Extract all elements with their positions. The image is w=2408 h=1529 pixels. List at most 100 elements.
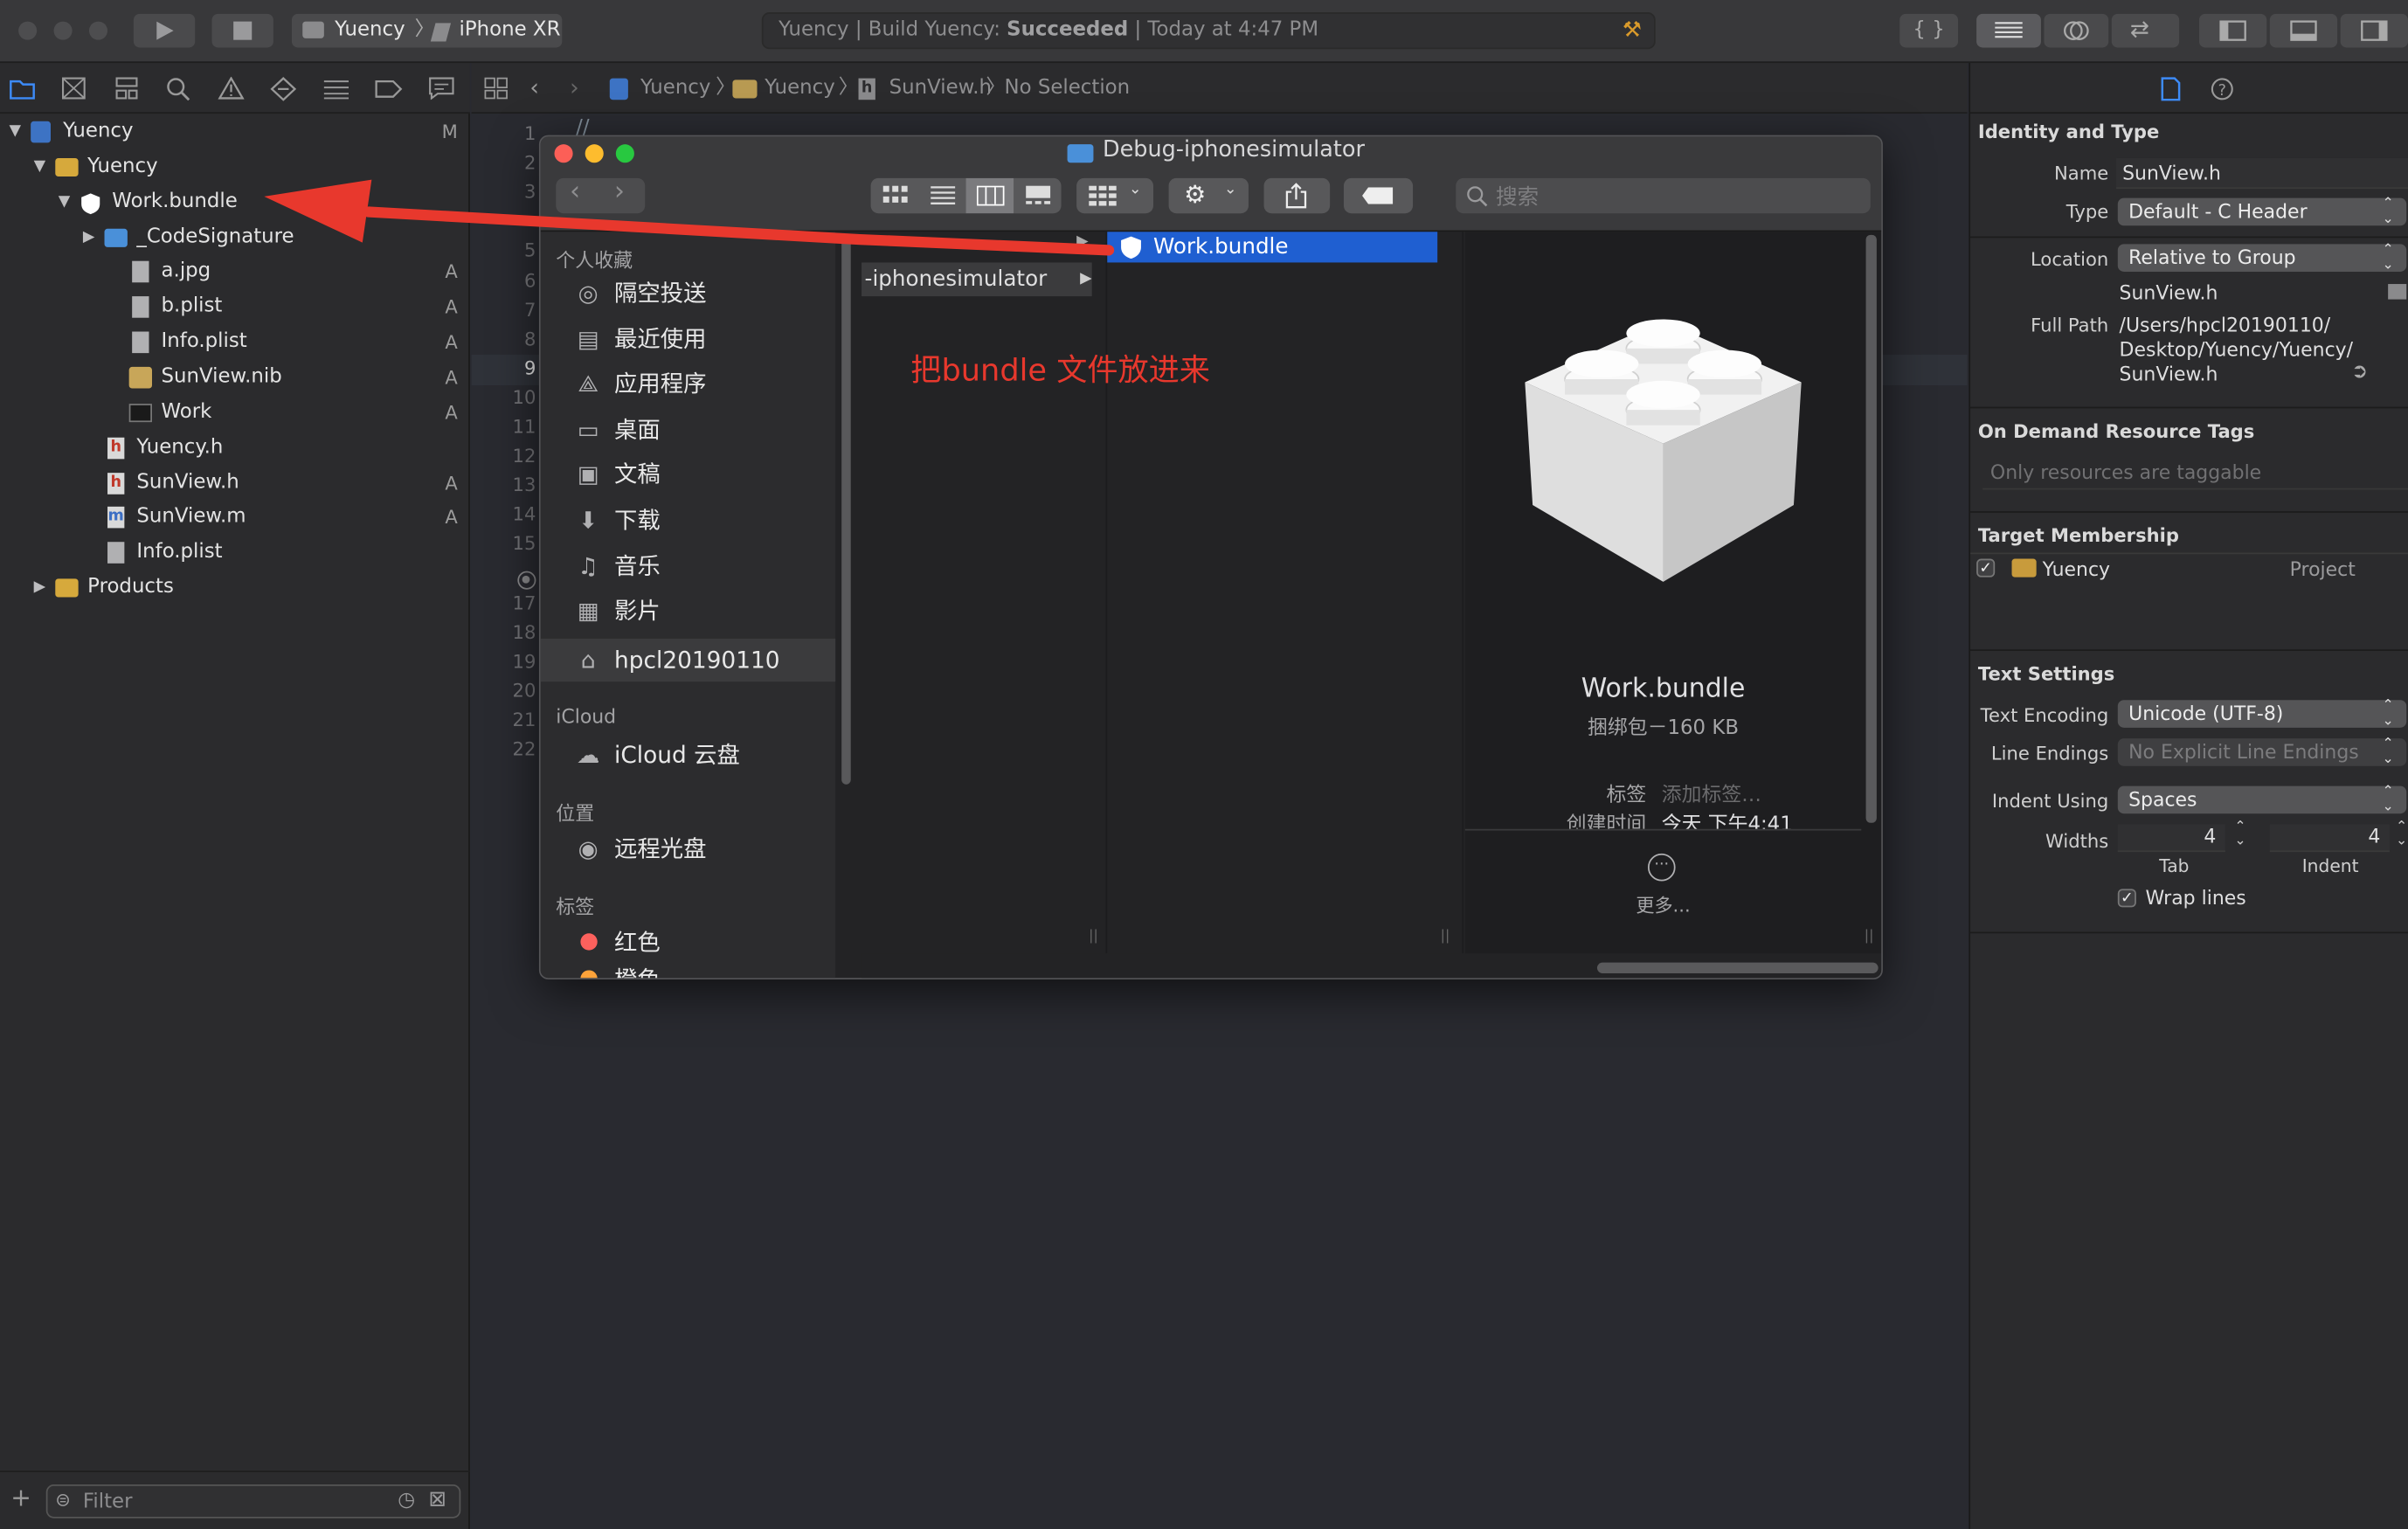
- debug-navigator-icon[interactable]: [322, 79, 350, 100]
- disclosure-open-icon[interactable]: ▼: [34, 150, 46, 184]
- sidebar-item-recents[interactable]: ▤ 最近使用: [571, 319, 707, 359]
- breakpoint-navigator-icon[interactable]: [375, 79, 403, 100]
- odr-tags-field[interactable]: Only resources are taggable: [1982, 456, 2408, 490]
- disclosure-open-icon[interactable]: ▼: [59, 185, 71, 219]
- preview-scrollbar[interactable]: [1865, 234, 1877, 823]
- preview-more-link[interactable]: 更多...: [1465, 892, 1861, 918]
- column-item-parent[interactable]: -iphonesimulator ▶: [861, 262, 1092, 297]
- navigator-row[interactable]: Info.plist: [0, 536, 470, 571]
- symbol-navigator-icon[interactable]: [114, 77, 140, 100]
- sidebar-item-music[interactable]: ♫ 音乐: [571, 546, 660, 586]
- preview-tags-field[interactable]: 添加标签…: [1662, 778, 1761, 807]
- column-item-selected[interactable]: Work.bundle: [1107, 232, 1438, 263]
- sidebar-item-downloads[interactable]: ⬇ 下载: [571, 501, 661, 541]
- search-icon[interactable]: [166, 77, 190, 101]
- encoding-popup[interactable]: Unicode (UTF-8): [2117, 698, 2407, 730]
- type-popup[interactable]: Default - C Header: [2117, 197, 2407, 227]
- navigator-row[interactable]: ▼ Yuency: [0, 150, 470, 184]
- gallery-view-icon[interactable]: [1026, 185, 1051, 206]
- sidebar-scrollbar[interactable]: [841, 238, 851, 785]
- report-navigator-icon[interactable]: [428, 77, 454, 100]
- project-navigator-icon[interactable]: [10, 77, 36, 100]
- file-inspector-icon[interactable]: [2161, 77, 2181, 101]
- list-view-icon[interactable]: [931, 186, 956, 206]
- toggle-navigator-button[interactable]: [2198, 13, 2267, 48]
- tab-width-field[interactable]: 4: [2117, 824, 2225, 853]
- close-window-button[interactable]: [18, 21, 38, 40]
- more-icon[interactable]: ···: [1647, 853, 1676, 882]
- action-button[interactable]: ⚙ ⌄: [1168, 177, 1249, 214]
- breadcrumb-group[interactable]: Yuency: [765, 63, 834, 114]
- help-icon[interactable]: ?: [2210, 77, 2234, 101]
- assistant-editor-button[interactable]: [2044, 13, 2109, 48]
- navigator-row[interactable]: ▼ Yuency M: [0, 115, 470, 149]
- source-control-navigator-icon[interactable]: [61, 77, 86, 100]
- clock-icon[interactable]: ◷: [398, 1489, 415, 1512]
- finder-minimize-button[interactable]: [585, 144, 604, 163]
- toggle-debug-area-button[interactable]: [2269, 13, 2338, 48]
- tags-button[interactable]: [1343, 177, 1414, 214]
- scm-filter-icon[interactable]: ⊠: [428, 1488, 446, 1512]
- breadcrumb-file[interactable]: SunView.h: [889, 63, 992, 114]
- disclosure-closed-icon[interactable]: ▶: [83, 220, 95, 254]
- breadcrumb-selection[interactable]: No Selection: [1005, 63, 1131, 114]
- reveal-in-finder-icon[interactable]: ➲: [2351, 361, 2368, 384]
- breakpoint-marker-icon[interactable]: [517, 571, 536, 590]
- sidebar-item-documents[interactable]: ▣ 文稿: [571, 455, 661, 495]
- sidebar-item-tag-orange-clipped[interactable]: 橙色: [541, 959, 835, 979]
- group-by-button[interactable]: ⌄: [1076, 177, 1153, 214]
- related-items-icon[interactable]: [484, 77, 509, 100]
- share-button[interactable]: [1263, 177, 1331, 214]
- indent-stepper-icon[interactable]: ⌃ ⌄: [2396, 820, 2407, 849]
- zoom-window-button[interactable]: [88, 21, 108, 40]
- disclosure-closed-icon[interactable]: ▶: [34, 571, 46, 605]
- navigator-row[interactable]: Info.plist A: [0, 326, 470, 360]
- indent-using-popup[interactable]: Spaces: [2117, 785, 2407, 815]
- sidebar-item-applications[interactable]: ⟁ 应用程序: [571, 364, 706, 405]
- line-endings-popup[interactable]: No Explicit Line Endings: [2117, 737, 2407, 768]
- breadcrumb-project[interactable]: Yuency: [640, 63, 710, 114]
- name-field[interactable]: SunView.h: [2116, 157, 2408, 190]
- toggle-inspector-button[interactable]: [2340, 13, 2408, 48]
- column-view-button[interactable]: [965, 177, 1014, 214]
- navigator-row[interactable]: SunView.nib A: [0, 361, 470, 395]
- choose-folder-icon[interactable]: [2388, 284, 2407, 300]
- stop-button[interactable]: [211, 13, 273, 48]
- tab-stepper-icon[interactable]: ⌃ ⌄: [2234, 820, 2245, 849]
- finder-search-field[interactable]: 搜索: [1456, 177, 1871, 214]
- location-popup[interactable]: Relative to Group: [2117, 243, 2407, 273]
- column-resize-handle[interactable]: ||: [1441, 929, 1450, 944]
- minimize-window-button[interactable]: [53, 21, 73, 40]
- wrap-lines-checkbox[interactable]: ✓: [2117, 889, 2136, 908]
- sidebar-item-remote-disc[interactable]: ◉ 远程光盘: [571, 829, 707, 869]
- navigator-row[interactable]: h Yuency.h: [0, 431, 470, 465]
- library-button[interactable]: { }: [1899, 13, 1959, 48]
- navigator-row[interactable]: m SunView.m A: [0, 501, 470, 535]
- disclosure-open-icon[interactable]: ▼: [10, 115, 22, 149]
- standard-editor-button[interactable]: [1976, 13, 2041, 48]
- indent-width-field[interactable]: 4: [2269, 824, 2390, 853]
- finder-close-button[interactable]: [554, 144, 573, 163]
- navigator-row[interactable]: ▶ _CodeSignature: [0, 220, 470, 254]
- sidebar-item-airdrop[interactable]: ◎ 隔空投送: [571, 273, 707, 314]
- add-icon[interactable]: +: [10, 1483, 31, 1512]
- column-resize-handle[interactable]: ||: [1865, 929, 1874, 944]
- filter-field[interactable]: ⊜ Filter ◷ ⊠: [45, 1484, 461, 1519]
- navigator-row[interactable]: h SunView.h A: [0, 466, 470, 500]
- run-button[interactable]: [133, 13, 196, 48]
- forward-icon[interactable]: ›: [570, 63, 579, 114]
- column-resize-handle[interactable]: ||: [1089, 929, 1098, 944]
- sidebar-item-tag-red[interactable]: 红色: [571, 923, 661, 963]
- navigator-row[interactable]: ▶ Products: [0, 571, 470, 605]
- navigator-row[interactable]: a.jpg A: [0, 255, 470, 289]
- navigator-row[interactable]: Work A: [0, 396, 470, 430]
- icon-view-icon[interactable]: [882, 185, 908, 206]
- scheme-selector[interactable]: Yuency 〉 iPhone XR: [291, 13, 563, 48]
- horizontal-scrollbar[interactable]: [1596, 962, 1879, 973]
- finder-zoom-button[interactable]: [615, 144, 634, 163]
- version-editor-button[interactable]: ⇄: [2111, 13, 2180, 48]
- sidebar-item-movies[interactable]: ▦ 影片: [571, 592, 661, 632]
- navigator-row[interactable]: b.plist A: [0, 291, 470, 325]
- sidebar-item-home[interactable]: ⌂ hpcl20190110: [571, 640, 780, 681]
- warning-icon[interactable]: [218, 76, 245, 100]
